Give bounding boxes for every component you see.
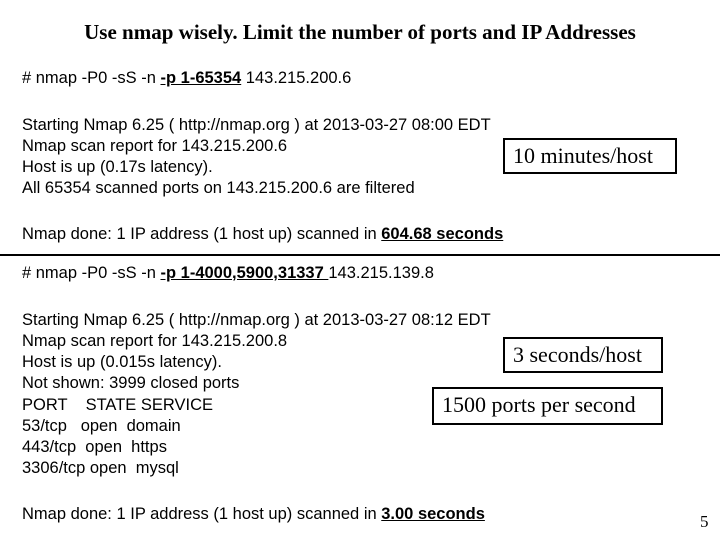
- callout-ports-per-second: 1500 ports per second: [432, 387, 663, 425]
- scan2-output-line: Starting Nmap 6.25 ( http://nmap.org ) a…: [22, 311, 491, 329]
- page-number: 5: [700, 512, 709, 531]
- scan2-command: # nmap -P0 -sS -n -p 1-4000,5900,31337 1…: [22, 263, 434, 284]
- callout-minutes-per-host: 10 minutes/host: [503, 138, 677, 174]
- scan2-output-line: Not shown: 3999 closed ports: [22, 374, 240, 392]
- scan2-port-row: 53/tcp open domain: [22, 417, 181, 435]
- scan1-command-ports: -p 1-65354: [160, 69, 242, 87]
- scan1-output-line: Nmap scan report for 143.215.200.6: [22, 137, 288, 155]
- scan1-command-suffix: 143.215.200.6: [241, 69, 352, 87]
- scan2-port-row: 443/tcp open https: [22, 438, 167, 456]
- callout-seconds-per-host: 3 seconds/host: [503, 337, 663, 373]
- scan2-command-suffix: 143.215.139.8: [328, 264, 434, 282]
- scan2-done: Nmap done: 1 IP address (1 host up) scan…: [22, 504, 485, 525]
- scan2-done-time: 3.00 seconds: [381, 505, 485, 523]
- scan2-command-ports: -p 1-4000,5900,31337: [160, 264, 329, 282]
- scan2-output-line: Host is up (0.015s latency).: [22, 353, 222, 371]
- scan1-output-line: All 65354 scanned ports on 143.215.200.6…: [22, 179, 415, 197]
- slide-title: Use nmap wisely. Limit the number of por…: [84, 20, 636, 44]
- scan1-done-time: 604.68 seconds: [381, 225, 504, 243]
- scan1-command-prefix: # nmap -P0 -sS -n: [22, 69, 161, 87]
- scan1-command: # nmap -P0 -sS -n -p 1-65354 143.215.200…: [22, 68, 351, 89]
- scan1-done: Nmap done: 1 IP address (1 host up) scan…: [22, 224, 503, 245]
- section-divider: [0, 254, 720, 256]
- scan2-output-line: Nmap scan report for 143.215.200.8: [22, 332, 288, 350]
- scan1-done-prefix: Nmap done: 1 IP address (1 host up) scan…: [22, 225, 382, 243]
- scan1-output-line: Host is up (0.17s latency).: [22, 158, 213, 176]
- scan2-port-row: 3306/tcp open mysql: [22, 459, 179, 477]
- scan2-done-prefix: Nmap done: 1 IP address (1 host up) scan…: [22, 505, 382, 523]
- scan2-command-prefix: # nmap -P0 -sS -n: [22, 264, 161, 282]
- scan1-output-line: Starting Nmap 6.25 ( http://nmap.org ) a…: [22, 116, 491, 134]
- scan2-port-table-header: PORT STATE SERVICE: [22, 396, 214, 414]
